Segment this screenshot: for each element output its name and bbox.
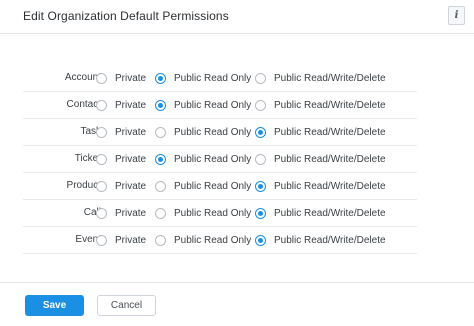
option-label[interactable]: Public Read Only [174,154,251,165]
radio-button[interactable] [255,153,266,165]
permission-row-tasks: Tasks Private Public Read Only Public Read/… [23,119,417,146]
option-label[interactable]: Public Read Only [174,100,251,111]
radio-button[interactable] [155,99,166,111]
products-option-private[interactable]: Private [96,179,146,193]
option-label[interactable]: Private [115,100,146,111]
option-label[interactable]: Public Read/Write/Delete [274,181,386,192]
accounts-option-private[interactable]: Private [96,71,146,85]
radio-button[interactable] [155,234,166,246]
option-label[interactable]: Public Read Only [174,181,251,192]
events-option-public-read-write-delete[interactable]: Public Read/Write/Delete [255,233,386,247]
radio-button[interactable] [255,126,266,138]
radio-button[interactable] [255,234,266,246]
accounts-option-public-read-only[interactable]: Public Read Only [155,71,251,85]
radio-button[interactable] [96,153,107,165]
option-label[interactable]: Private [115,154,146,165]
permissions-table: Accounts Private Public Read Only Public Re… [23,65,417,254]
calls-option-public-read-write-delete[interactable]: Public Read/Write/Delete [255,206,386,220]
products-option-public-read-write-delete[interactable]: Public Read/Write/Delete [255,179,386,193]
info-icon: i [454,10,459,21]
option-label[interactable]: Public Read Only [174,127,251,138]
calls-option-public-read-only[interactable]: Public Read Only [155,206,251,220]
permission-row-events: Events Private Public Read Only Public Read… [23,227,417,254]
save-button[interactable]: Save [25,295,84,316]
contacts-option-public-read-write-delete[interactable]: Public Read/Write/Delete [255,98,386,112]
option-label[interactable]: Public Read Only [174,208,251,219]
radio-button[interactable] [96,72,107,84]
info-button[interactable]: i [448,6,465,25]
option-label[interactable]: Public Read/Write/Delete [274,127,386,138]
permission-row-contacts: Contacts Private Public Read Only Public Re… [23,92,417,119]
option-label[interactable]: Private [115,208,146,219]
permission-row-calls: Calls Private Public Read Only Public Read/… [23,200,417,227]
option-label[interactable]: Public Read Only [174,235,251,246]
events-option-private[interactable]: Private [96,233,146,247]
option-label[interactable]: Private [115,235,146,246]
permission-row-products: Products Private Public Read Only Public Re… [23,173,417,200]
dialog-header: Edit Organization Default Permissions i [0,0,474,34]
option-label[interactable]: Public Read/Write/Delete [274,208,386,219]
tickets-option-private[interactable]: Private [96,152,146,166]
radio-button[interactable] [155,126,166,138]
option-label[interactable]: Public Read/Write/Delete [274,73,386,84]
option-label[interactable]: Private [115,181,146,192]
products-option-public-read-only[interactable]: Public Read Only [155,179,251,193]
option-label[interactable]: Public Read Only [174,73,251,84]
option-label[interactable]: Private [115,73,146,84]
option-label[interactable]: Public Read/Write/Delete [274,154,386,165]
tasks-option-public-read-only[interactable]: Public Read Only [155,125,251,139]
radio-button[interactable] [96,180,107,192]
option-label[interactable]: Public Read/Write/Delete [274,100,386,111]
radio-button[interactable] [96,207,107,219]
contacts-option-private[interactable]: Private [96,98,146,112]
radio-button[interactable] [96,99,107,111]
events-option-public-read-only[interactable]: Public Read Only [155,233,251,247]
radio-button[interactable] [255,207,266,219]
accounts-option-public-read-write-delete[interactable]: Public Read/Write/Delete [255,71,386,85]
radio-button[interactable] [96,126,107,138]
tasks-option-private[interactable]: Private [96,125,146,139]
radio-button[interactable] [255,72,266,84]
permission-row-accounts: Accounts Private Public Read Only Public Re… [23,65,417,92]
cancel-button[interactable]: Cancel [97,295,156,316]
radio-button[interactable] [155,72,166,84]
radio-button[interactable] [155,207,166,219]
option-label[interactable]: Public Read/Write/Delete [274,235,386,246]
radio-button[interactable] [255,180,266,192]
radio-button[interactable] [255,99,266,111]
calls-option-private[interactable]: Private [96,206,146,220]
permission-row-tickets: Tickets Private Public Read Only Public Rea… [23,146,417,173]
tasks-option-public-read-write-delete[interactable]: Public Read/Write/Delete [255,125,386,139]
dialog-footer: Save Cancel [0,282,474,326]
tickets-option-public-read-write-delete[interactable]: Public Read/Write/Delete [255,152,386,166]
option-label[interactable]: Private [115,127,146,138]
radio-button[interactable] [96,234,107,246]
radio-button[interactable] [155,180,166,192]
radio-button[interactable] [155,153,166,165]
dialog-title: Edit Organization Default Permissions [23,9,229,23]
contacts-option-public-read-only[interactable]: Public Read Only [155,98,251,112]
tickets-option-public-read-only[interactable]: Public Read Only [155,152,251,166]
